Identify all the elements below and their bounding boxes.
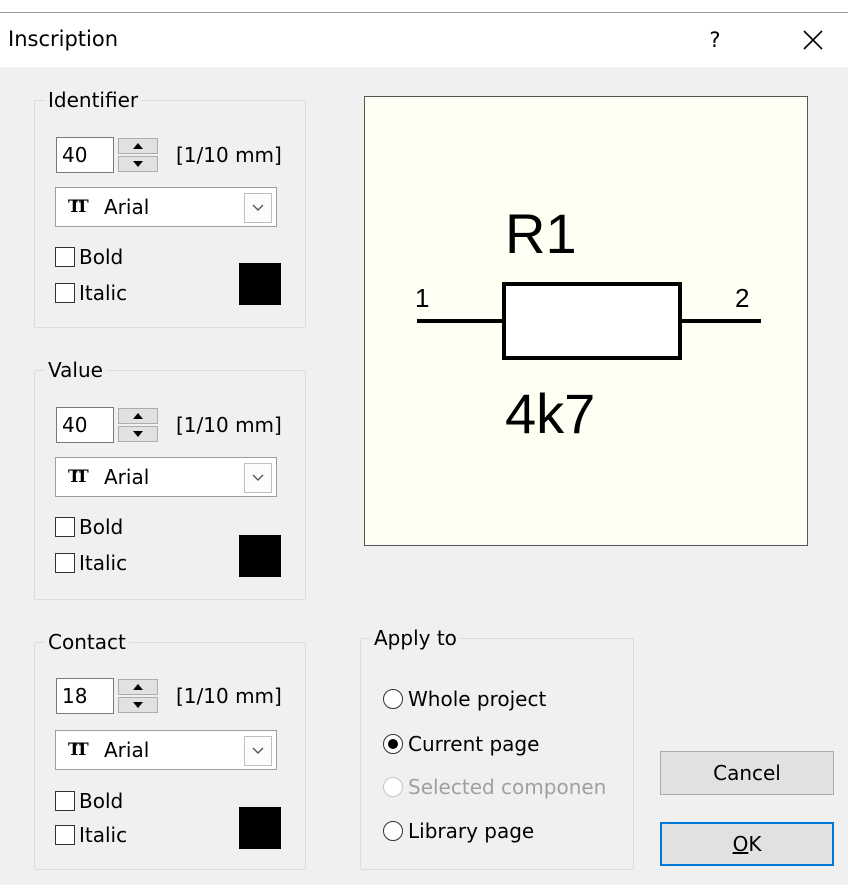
chevron-down-icon: [252, 474, 264, 481]
contact-bold-checkbox[interactable]: Bold: [55, 789, 123, 813]
spin-up-icon: [133, 143, 143, 149]
checkbox-box: [55, 791, 75, 811]
apply-selected-component-radio: Selected componen: [383, 775, 627, 799]
identifier-legend: Identifier: [45, 88, 142, 112]
radio-dot: [383, 821, 403, 841]
spin-down-icon: [133, 431, 143, 437]
contact-legend: Contact: [45, 630, 129, 654]
identifier-italic-checkbox[interactable]: Italic: [55, 281, 127, 305]
preview-resistor-body: [502, 282, 682, 360]
identifier-spin-down-button[interactable]: [118, 156, 158, 172]
value-spin-up-button[interactable]: [118, 408, 158, 424]
identifier-bold-label: Bold: [79, 245, 124, 269]
value-font-value: Arial: [104, 465, 150, 489]
identifier-bold-checkbox[interactable]: Bold: [55, 245, 123, 269]
contact-group: Contact 18 [1/10 mm] TT Arial Bold Itali…: [34, 630, 306, 870]
title-bar: Inscription ?: [0, 13, 848, 67]
contact-font-value: Arial: [104, 738, 150, 762]
value-size-input[interactable]: 40: [56, 407, 114, 443]
ok-button[interactable]: OK: [660, 822, 834, 866]
chevron-down-icon: [252, 747, 264, 754]
contact-font-select[interactable]: TT Arial: [55, 730, 277, 770]
value-font-select[interactable]: TT Arial: [55, 457, 277, 497]
contact-size-input[interactable]: 18: [56, 678, 114, 714]
value-legend: Value: [45, 358, 106, 382]
contact-font-dropdown-button[interactable]: [244, 736, 272, 766]
radio-dot: [383, 689, 403, 709]
spin-up-icon: [133, 413, 143, 419]
resistor-preview: R1 4k7 1 2: [415, 202, 761, 445]
identifier-font-select[interactable]: TT Arial: [55, 187, 277, 227]
value-spin-down-button[interactable]: [118, 426, 158, 442]
value-italic-checkbox[interactable]: Italic: [55, 551, 127, 575]
apply-current-page-radio[interactable]: Current page: [383, 732, 539, 756]
apply-whole-project-radio[interactable]: Whole project: [383, 687, 546, 711]
preview-value: 4k7: [505, 382, 595, 445]
contact-bold-label: Bold: [79, 789, 124, 813]
value-color-swatch[interactable]: [239, 535, 281, 577]
contact-spin-down-button[interactable]: [118, 697, 158, 713]
value-unit-label: [1/10 mm]: [176, 413, 282, 437]
identifier-size-input[interactable]: 40: [56, 137, 114, 173]
identifier-unit-label: [1/10 mm]: [176, 143, 282, 167]
close-button[interactable]: [778, 13, 848, 67]
contact-color-swatch[interactable]: [239, 807, 281, 849]
contact-spin-up-button[interactable]: [118, 679, 158, 695]
radio-dot-selected: [383, 734, 403, 754]
identifier-font-dropdown-button[interactable]: [244, 193, 272, 223]
spin-down-icon: [133, 702, 143, 708]
identifier-size-spinner: 40 [1/10 mm]: [56, 137, 282, 173]
value-bold-checkbox[interactable]: Bold: [55, 515, 123, 539]
cancel-button[interactable]: Cancel: [660, 751, 834, 795]
preview-pin2: 2: [735, 283, 749, 313]
contact-italic-label: Italic: [79, 823, 128, 847]
identifier-group: Identifier 40 [1/10 mm] TT Arial Bold It…: [34, 88, 306, 328]
radio-dot: [383, 777, 403, 797]
chevron-down-icon: [252, 204, 264, 211]
apply-selected-component-label: Selected componen: [408, 775, 607, 799]
apply-to-group: Apply to Whole project Current page Sele…: [360, 626, 634, 870]
contact-size-spinner: 18 [1/10 mm]: [56, 678, 282, 714]
checkbox-box: [55, 825, 75, 845]
identifier-spin-up-button[interactable]: [118, 138, 158, 154]
preview-panel: R1 4k7 1 2: [364, 96, 808, 546]
truetype-font-icon: TT: [68, 740, 89, 760]
spin-down-icon: [133, 161, 143, 167]
contact-italic-checkbox[interactable]: Italic: [55, 823, 127, 847]
truetype-font-icon: TT: [68, 467, 89, 487]
window-top-edge: [0, 0, 848, 13]
identifier-italic-label: Italic: [79, 281, 128, 305]
preview-identifier: R1: [505, 202, 577, 265]
truetype-font-icon: TT: [68, 197, 89, 217]
close-icon: [803, 30, 823, 50]
identifier-font-value: Arial: [104, 195, 150, 219]
value-size-spinner: 40 [1/10 mm]: [56, 407, 282, 443]
checkbox-box: [55, 553, 75, 573]
apply-to-legend: Apply to: [371, 626, 460, 650]
apply-whole-project-label: Whole project: [408, 687, 547, 711]
apply-library-page-label: Library page: [408, 819, 535, 843]
apply-library-page-radio[interactable]: Library page: [383, 819, 534, 843]
checkbox-box: [55, 283, 75, 303]
apply-current-page-label: Current page: [408, 732, 540, 756]
value-bold-label: Bold: [79, 515, 124, 539]
checkbox-box: [55, 517, 75, 537]
ok-label-rest: K: [748, 832, 762, 856]
help-button[interactable]: ?: [690, 13, 740, 67]
identifier-color-swatch[interactable]: [239, 263, 281, 305]
preview-pin1: 1: [415, 283, 429, 313]
value-group: Value 40 [1/10 mm] TT Arial Bold Italic: [34, 358, 306, 600]
value-italic-label: Italic: [79, 551, 128, 575]
dialog-title: Inscription: [8, 27, 119, 51]
checkbox-box: [55, 247, 75, 267]
ok-underlined-letter: O: [732, 832, 749, 856]
contact-unit-label: [1/10 mm]: [176, 684, 282, 708]
value-font-dropdown-button[interactable]: [244, 463, 272, 493]
spin-up-icon: [133, 684, 143, 690]
